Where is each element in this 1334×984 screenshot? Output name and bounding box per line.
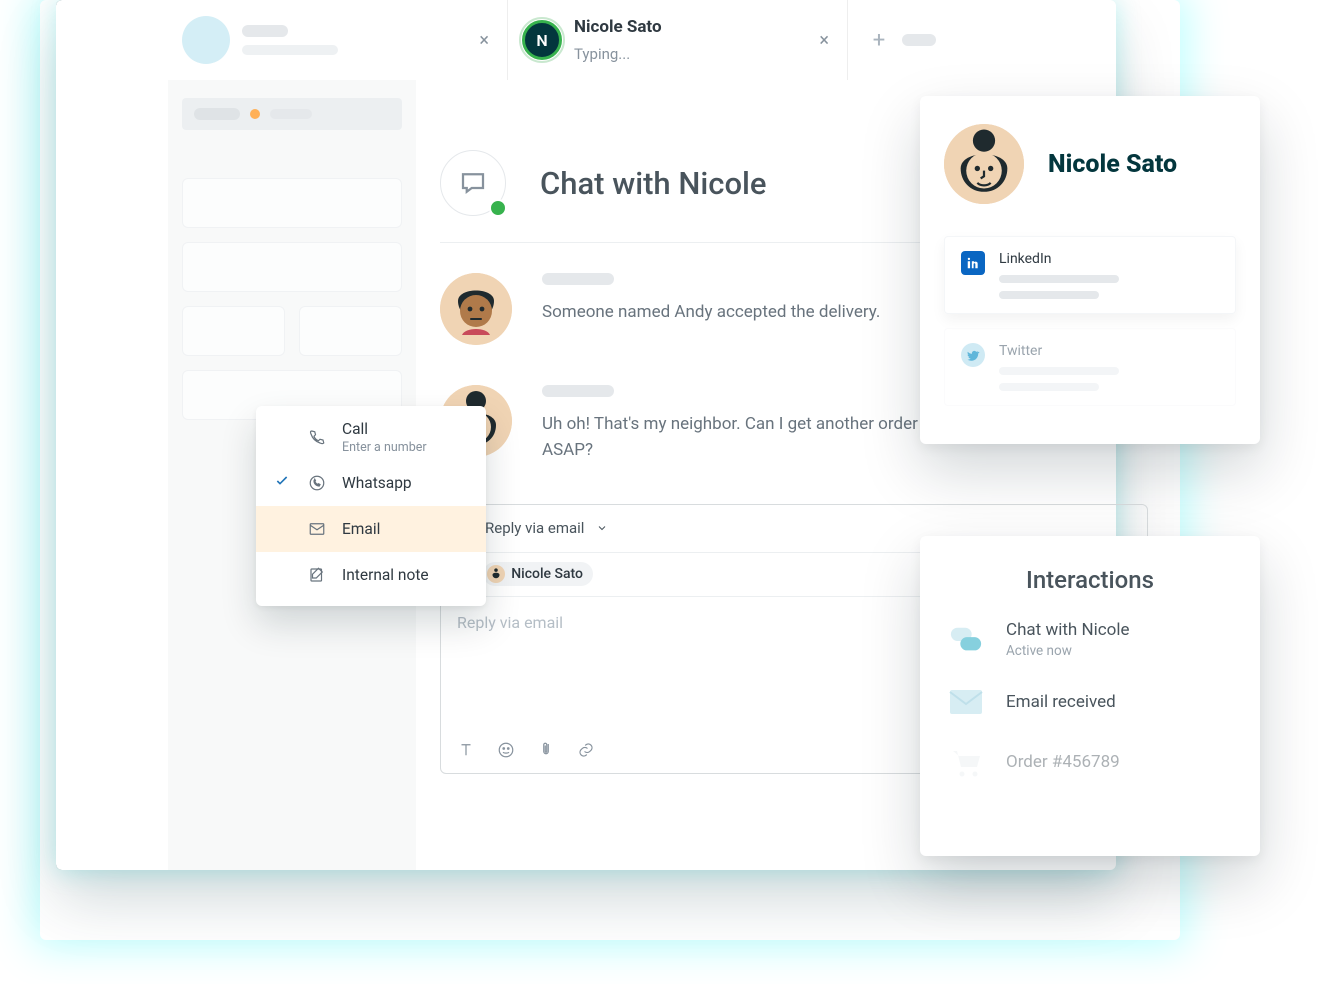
interaction-label: Chat with Nicole <box>1006 620 1130 640</box>
menu-label: Whatsapp <box>342 474 412 492</box>
chat-icon <box>948 623 984 657</box>
placeholder <box>999 291 1099 299</box>
tab-2-status: Typing... <box>574 45 662 63</box>
interactions-title: Interactions <box>948 566 1232 594</box>
message-text: Someone named Andy accepted the delivery… <box>542 299 880 325</box>
profile-name: Nicole Sato <box>1048 150 1177 179</box>
email-icon <box>308 520 326 538</box>
chip-label: Nicole Sato <box>511 566 583 582</box>
close-icon[interactable]: × <box>819 30 829 51</box>
profile-avatar <box>944 124 1024 204</box>
email-icon <box>948 685 984 719</box>
placeholder <box>999 275 1119 283</box>
placeholder <box>999 367 1119 375</box>
social-label: LinkedIn <box>999 251 1219 267</box>
sidebar-card[interactable] <box>182 178 402 228</box>
placeholder <box>242 25 288 37</box>
recipient-chip[interactable]: Nicole Sato <box>483 562 593 586</box>
interactions-panel: Interactions Chat with NicoleActive now … <box>920 536 1260 856</box>
emoji-icon[interactable] <box>497 741 515 759</box>
sidebar-card[interactable] <box>182 242 402 292</box>
reply-channel-label: Reply via email <box>485 519 584 537</box>
menu-label: Internal note <box>342 566 429 584</box>
placeholder <box>242 45 338 55</box>
chip-avatar-icon <box>487 565 505 583</box>
channel-call[interactable]: Call Enter a number <box>256 414 486 460</box>
channel-internal-note[interactable]: Internal note <box>256 552 486 598</box>
avatar-initial: N <box>536 31 547 50</box>
sidebar-card[interactable] <box>299 306 402 356</box>
social-label: Twitter <box>999 343 1219 359</box>
whatsapp-icon <box>308 474 326 492</box>
interaction-chat[interactable]: Chat with Nicole Active now <box>948 620 1232 659</box>
chat-icon <box>440 150 506 216</box>
interaction-label: Email received <box>1006 692 1116 712</box>
link-icon[interactable] <box>577 741 595 759</box>
linkedin-icon <box>961 251 985 275</box>
menu-label: Call <box>342 420 427 438</box>
check-icon <box>274 473 292 493</box>
tab-bar: × N Nicole Sato Typing... × + <box>168 0 1116 80</box>
profile-panel: Nicole Sato LinkedIn Twitter <box>920 96 1260 444</box>
interaction-label: Order #456789 <box>1006 752 1120 772</box>
interaction-sublabel: Active now <box>1006 643 1130 659</box>
tab-2-title: Nicole Sato <box>574 17 662 37</box>
twitter-icon <box>961 343 985 367</box>
add-tab-button[interactable]: + <box>862 23 896 57</box>
sidebar-status-pill[interactable] <box>182 98 402 130</box>
channel-whatsapp[interactable]: Whatsapp <box>256 460 486 506</box>
tab-1-avatar <box>182 16 230 64</box>
placeholder <box>270 109 312 119</box>
placeholder <box>999 383 1099 391</box>
interaction-order[interactable]: Order #456789 <box>948 745 1232 779</box>
channel-menu: Call Enter a number Whatsapp Email Intern… <box>256 406 486 606</box>
placeholder <box>542 385 614 397</box>
close-icon[interactable]: × <box>479 30 489 51</box>
status-dot-icon <box>250 109 260 119</box>
menu-label: Email <box>342 520 380 538</box>
note-icon <box>308 566 326 584</box>
cart-icon <box>948 745 984 779</box>
placeholder <box>902 34 936 46</box>
message-text: Uh oh! That's my neighbor. Can I get ano… <box>542 411 962 464</box>
channel-email[interactable]: Email <box>256 506 486 552</box>
interaction-email[interactable]: Email received <box>948 685 1232 719</box>
placeholder <box>194 108 240 120</box>
social-twitter[interactable]: Twitter <box>944 328 1236 406</box>
placeholder <box>542 273 614 285</box>
tab-2-active[interactable]: N Nicole Sato Typing... × <box>508 0 848 80</box>
chevron-down-icon <box>596 522 608 534</box>
tab-2-avatar: N <box>522 20 562 60</box>
text-format-icon[interactable] <box>457 741 475 759</box>
phone-icon <box>308 428 326 446</box>
message-avatar <box>440 273 512 345</box>
social-linkedin[interactable]: LinkedIn <box>944 236 1236 314</box>
attachment-icon[interactable] <box>537 741 555 759</box>
presence-dot-icon <box>489 199 507 217</box>
sidebar-card[interactable] <box>182 306 285 356</box>
tab-1[interactable]: × <box>168 0 508 80</box>
chat-title: Chat with Nicole <box>540 165 767 202</box>
menu-sublabel: Enter a number <box>342 440 427 455</box>
